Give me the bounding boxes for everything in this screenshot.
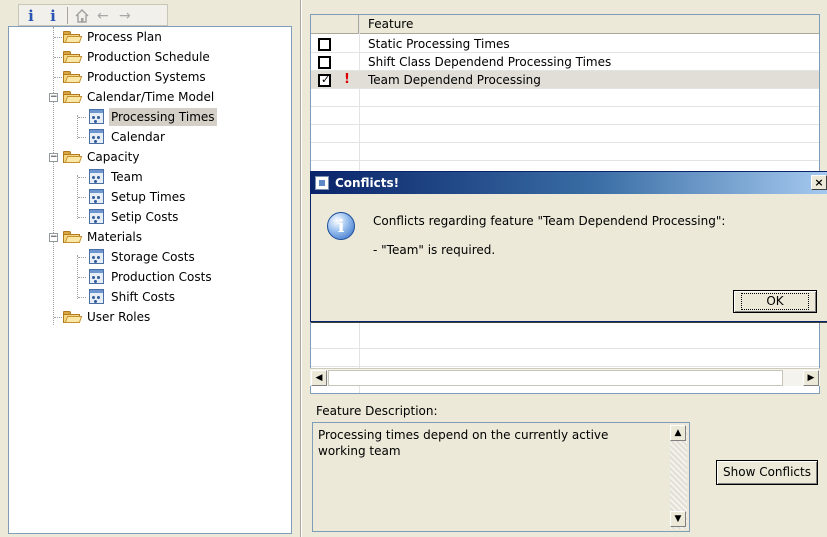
document-icon xyxy=(89,209,104,224)
tree-connector xyxy=(78,297,86,298)
info-icon: i xyxy=(327,212,355,240)
folder-icon xyxy=(63,311,83,323)
feature-description-label: Feature Description: xyxy=(316,404,438,418)
folder-icon xyxy=(63,91,83,103)
close-icon[interactable]: × xyxy=(811,175,827,190)
document-icon xyxy=(89,249,104,264)
info-icon[interactable]: i xyxy=(23,6,39,26)
feature-label: Static Processing Times xyxy=(368,37,510,51)
horizontal-scrollbar[interactable]: ◀ ▶ xyxy=(310,368,820,386)
tree-connector xyxy=(78,177,86,178)
document-icon xyxy=(89,289,104,304)
tree-connector xyxy=(78,197,86,198)
navigation-tree: Process Plan Production Schedule Product… xyxy=(8,26,292,534)
ok-button[interactable]: OK xyxy=(733,290,817,313)
folder-icon xyxy=(63,71,83,83)
document-icon xyxy=(89,169,104,184)
vertical-scrollbar[interactable]: ▲ ▼ xyxy=(670,425,687,529)
tree-connector xyxy=(78,217,86,218)
table-row-empty xyxy=(311,143,819,161)
table-header-check xyxy=(311,15,359,34)
info-icon[interactable]: i xyxy=(45,6,61,26)
table-row-empty xyxy=(311,107,819,125)
window-icon xyxy=(315,176,329,190)
scroll-thumb[interactable] xyxy=(328,370,783,386)
document-icon xyxy=(89,189,104,204)
tree-connector xyxy=(77,115,78,139)
folder-icon xyxy=(63,151,83,163)
feature-description-text: Processing times depend on the currently… xyxy=(318,428,609,458)
document-icon xyxy=(89,129,104,144)
table-row-empty xyxy=(311,125,819,143)
tree-connector xyxy=(54,37,62,38)
table-row-empty xyxy=(311,331,819,349)
panel-splitter[interactable] xyxy=(292,0,304,537)
ok-button-label: OK xyxy=(741,293,809,310)
feature-checkbox[interactable] xyxy=(318,56,331,69)
scroll-down-icon[interactable]: ▼ xyxy=(670,511,686,527)
collapse-toggle[interactable]: − xyxy=(49,153,58,162)
feature-checkbox-checked[interactable]: ✓ xyxy=(318,73,331,87)
table-header-feature[interactable]: Feature xyxy=(360,15,819,34)
table-row-empty xyxy=(311,349,819,367)
table-row[interactable]: ✓ ! Team Dependend Processing xyxy=(311,71,819,89)
table-row-empty xyxy=(311,89,819,107)
feature-label: Team Dependend Processing xyxy=(368,73,541,87)
check-mark-icon: ✓ xyxy=(321,73,331,86)
dialog-message: Conflicts regarding feature "Team Depend… xyxy=(373,214,726,228)
conflicts-dialog: Conflicts! × i Conflicts regarding featu… xyxy=(310,171,827,322)
tree-connector xyxy=(78,277,86,278)
folder-icon xyxy=(63,31,83,43)
toolbar-separator xyxy=(67,7,68,24)
feature-label: Shift Class Dependend Processing Times xyxy=(368,55,612,69)
home-icon[interactable] xyxy=(75,8,89,24)
warning-icon: ! xyxy=(344,72,350,87)
tree-connector xyxy=(54,57,62,58)
tree-connector xyxy=(78,137,86,138)
document-icon xyxy=(89,109,104,124)
feature-description-box[interactable]: Processing times depend on the currently… xyxy=(312,422,690,532)
navigation-panel: i i ← → Process Plan Production Schedule… xyxy=(0,0,292,537)
tree-toolbar: i i ← → xyxy=(18,4,168,26)
collapse-toggle[interactable]: − xyxy=(49,233,58,242)
scroll-right-icon[interactable]: ▶ xyxy=(803,370,819,386)
tree-connector xyxy=(78,117,86,118)
tree-connector xyxy=(53,27,54,325)
tree-connector xyxy=(54,77,62,78)
tree-connector xyxy=(78,257,86,258)
feature-checkbox[interactable] xyxy=(318,38,331,51)
dialog-title-bar[interactable]: Conflicts! × xyxy=(311,172,827,194)
show-conflicts-button[interactable]: Show Conflicts xyxy=(716,460,818,485)
tree-connector xyxy=(54,317,62,318)
table-row[interactable]: Shift Class Dependend Processing Times xyxy=(311,53,819,71)
document-icon xyxy=(89,269,104,284)
scroll-left-icon[interactable]: ◀ xyxy=(311,370,327,386)
table-row[interactable]: Static Processing Times xyxy=(311,35,819,53)
scroll-up-icon[interactable]: ▲ xyxy=(670,425,686,441)
dialog-detail: - "Team" is required. xyxy=(373,243,496,257)
folder-icon xyxy=(63,51,83,63)
collapse-toggle[interactable]: − xyxy=(49,93,58,102)
forward-arrow-icon[interactable]: → xyxy=(119,6,131,26)
dialog-title: Conflicts! xyxy=(335,176,400,190)
back-arrow-icon[interactable]: ← xyxy=(97,6,109,26)
folder-icon xyxy=(63,231,83,243)
